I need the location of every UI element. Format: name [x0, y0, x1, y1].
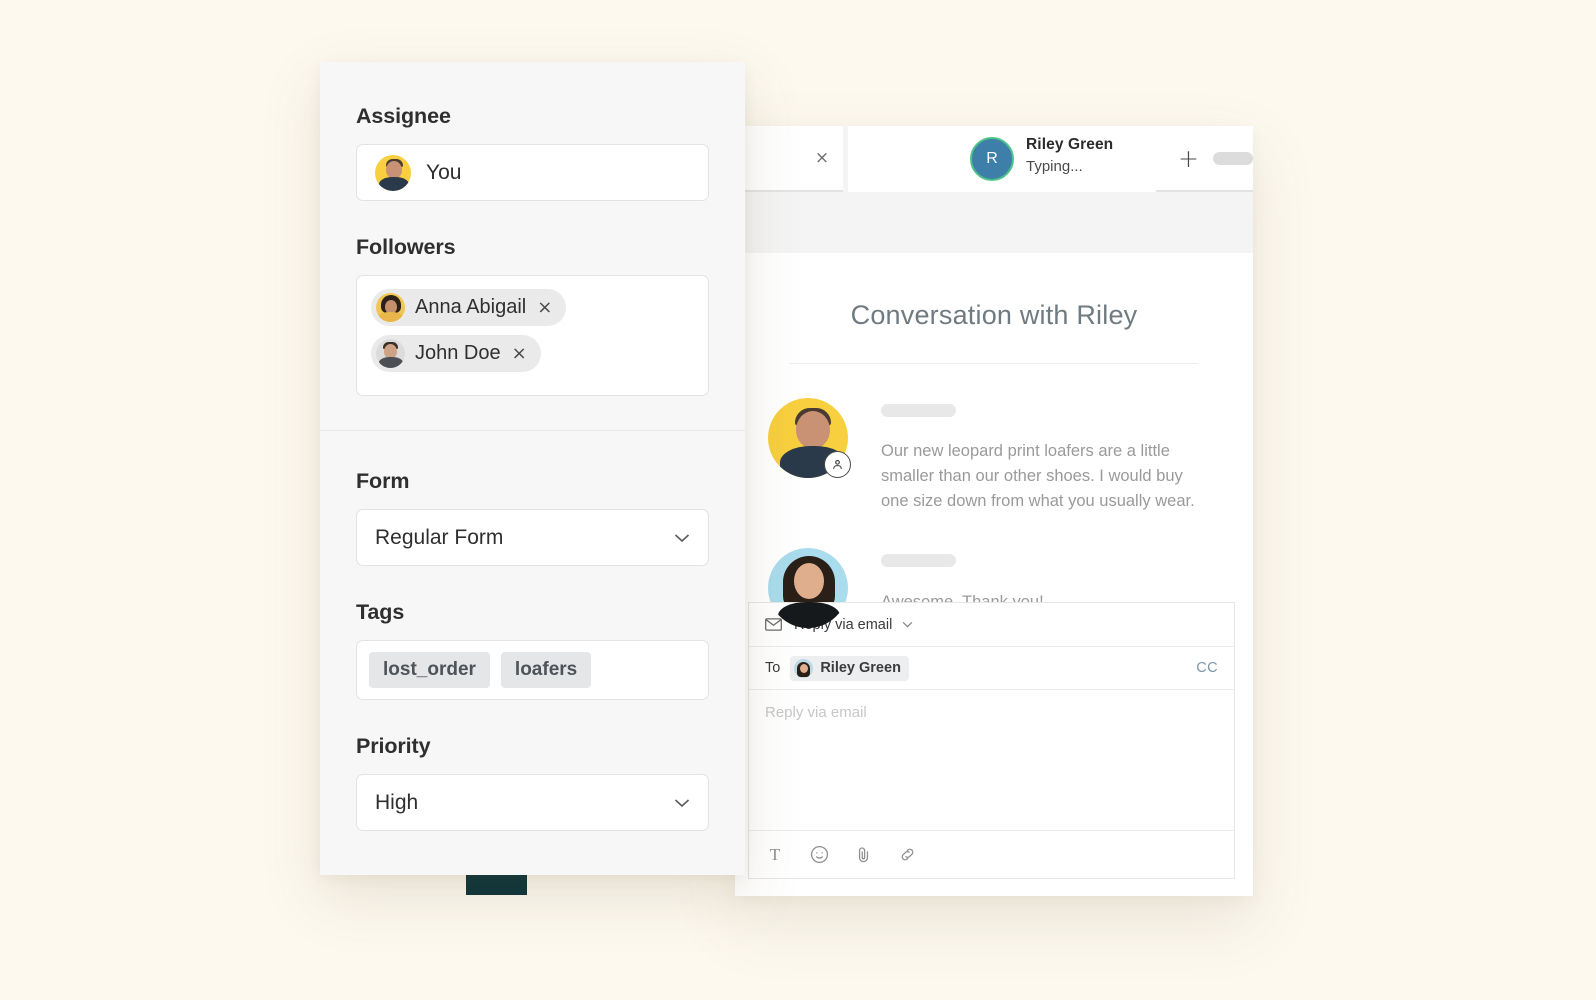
tag-chip[interactable]: lost_order: [369, 652, 490, 688]
placeholder-pill: [1212, 151, 1253, 165]
assignee-field[interactable]: You: [356, 144, 709, 201]
tags-field[interactable]: lost_order loafers: [356, 640, 709, 700]
ticket-details-panel: Assignee You Followers Anna Abigail × Jo…: [320, 62, 745, 875]
plus-icon[interactable]: +: [1178, 146, 1199, 171]
avatar-head: [386, 160, 402, 179]
avatar-photo: [768, 548, 848, 628]
avatar: [376, 293, 405, 322]
tab-text: Riley Green Typing...: [1026, 136, 1113, 175]
avatar-head: [794, 563, 824, 599]
message-item: Our new leopard print loafers are a litt…: [768, 364, 1253, 514]
followers-label: Followers: [356, 235, 456, 259]
recipient-chip[interactable]: Riley Green: [790, 655, 909, 681]
recipient-row: To Riley Green CC: [749, 647, 1234, 690]
avatar-head: [796, 411, 830, 449]
attributes-section: Form Regular Form Tags lost_order loafer…: [320, 431, 745, 831]
reply-composer: Reply via email To Riley Green CC Reply …: [748, 602, 1235, 879]
form-value: Regular Form: [375, 525, 504, 549]
follower-chip[interactable]: Anna Abigail ×: [371, 289, 567, 326]
tab-strip: × R Riley Green Typing... × +: [735, 126, 1253, 253]
remove-icon[interactable]: ×: [512, 344, 527, 363]
chat-body: Conversation with Riley Our new leopard …: [735, 253, 1253, 896]
person-icon: [824, 451, 851, 478]
to-label: To: [765, 660, 781, 676]
assignee-value: You: [426, 160, 462, 184]
assignee-label: Assignee: [356, 104, 451, 128]
avatar-body: [778, 602, 840, 628]
text-format-icon[interactable]: T: [765, 845, 785, 865]
avatar: [375, 154, 411, 191]
avatar-body: [378, 357, 403, 368]
follower-chip[interactable]: John Doe ×: [371, 335, 541, 372]
avatar: [794, 658, 814, 678]
chevron-down-icon[interactable]: [902, 621, 913, 628]
tab-previous[interactable]: ×: [735, 126, 843, 192]
to-group: To Riley Green: [765, 655, 909, 681]
recipient-name: Riley Green: [820, 660, 901, 676]
screen: × R Riley Green Typing... × + Conversati…: [0, 0, 1596, 1000]
author-placeholder: [881, 404, 956, 417]
message-content: Our new leopard print loafers are a litt…: [881, 398, 1211, 514]
reply-body-input[interactable]: Reply via email: [749, 690, 1234, 831]
followers-field[interactable]: Anna Abigail × John Doe ×: [356, 275, 709, 396]
priority-value: High: [375, 790, 419, 814]
avatar: [376, 339, 405, 368]
remove-icon[interactable]: ×: [537, 298, 552, 317]
avatar: [768, 548, 848, 628]
tag-chip[interactable]: loafers: [500, 652, 592, 688]
page-title: Conversation with Riley: [850, 300, 1138, 330]
tab-title: Riley Green: [1026, 136, 1114, 153]
avatar-initial: R: [986, 150, 998, 167]
followers-list: Anna Abigail ×: [371, 289, 694, 335]
avatar: R: [970, 137, 1014, 181]
avatar: [768, 398, 851, 478]
priority-select[interactable]: High: [356, 774, 709, 831]
follower-name: Anna Abigail: [415, 296, 527, 318]
chevron-down-icon[interactable]: [674, 798, 690, 808]
avatar-body: [378, 312, 403, 322]
emoji-icon[interactable]: [809, 845, 829, 865]
message-text: Our new leopard print loafers are a litt…: [881, 442, 1195, 510]
link-icon[interactable]: [897, 845, 917, 865]
form-select[interactable]: Regular Form: [356, 509, 709, 566]
follower-name: John Doe: [415, 342, 501, 364]
people-section: Assignee You Followers Anna Abigail × Jo…: [320, 62, 745, 431]
chat-window: × R Riley Green Typing... × + Conversati…: [735, 126, 1253, 896]
reply-placeholder: Reply via email: [765, 704, 867, 721]
tab-status: Typing...: [1026, 158, 1083, 175]
chevron-down-icon[interactable]: [674, 533, 690, 543]
tags-label: Tags: [356, 600, 405, 624]
close-icon[interactable]: ×: [813, 149, 831, 167]
priority-label: Priority: [356, 734, 431, 758]
attachment-icon[interactable]: [853, 845, 873, 865]
avatar-body: [379, 176, 409, 191]
author-placeholder: [881, 554, 956, 567]
form-label: Form: [356, 469, 410, 493]
new-tab-area[interactable]: +: [1156, 126, 1253, 192]
cc-button[interactable]: CC: [1196, 660, 1218, 676]
composer-toolbar: T: [749, 831, 1234, 878]
followers-list-row-2: John Doe ×: [371, 335, 694, 381]
